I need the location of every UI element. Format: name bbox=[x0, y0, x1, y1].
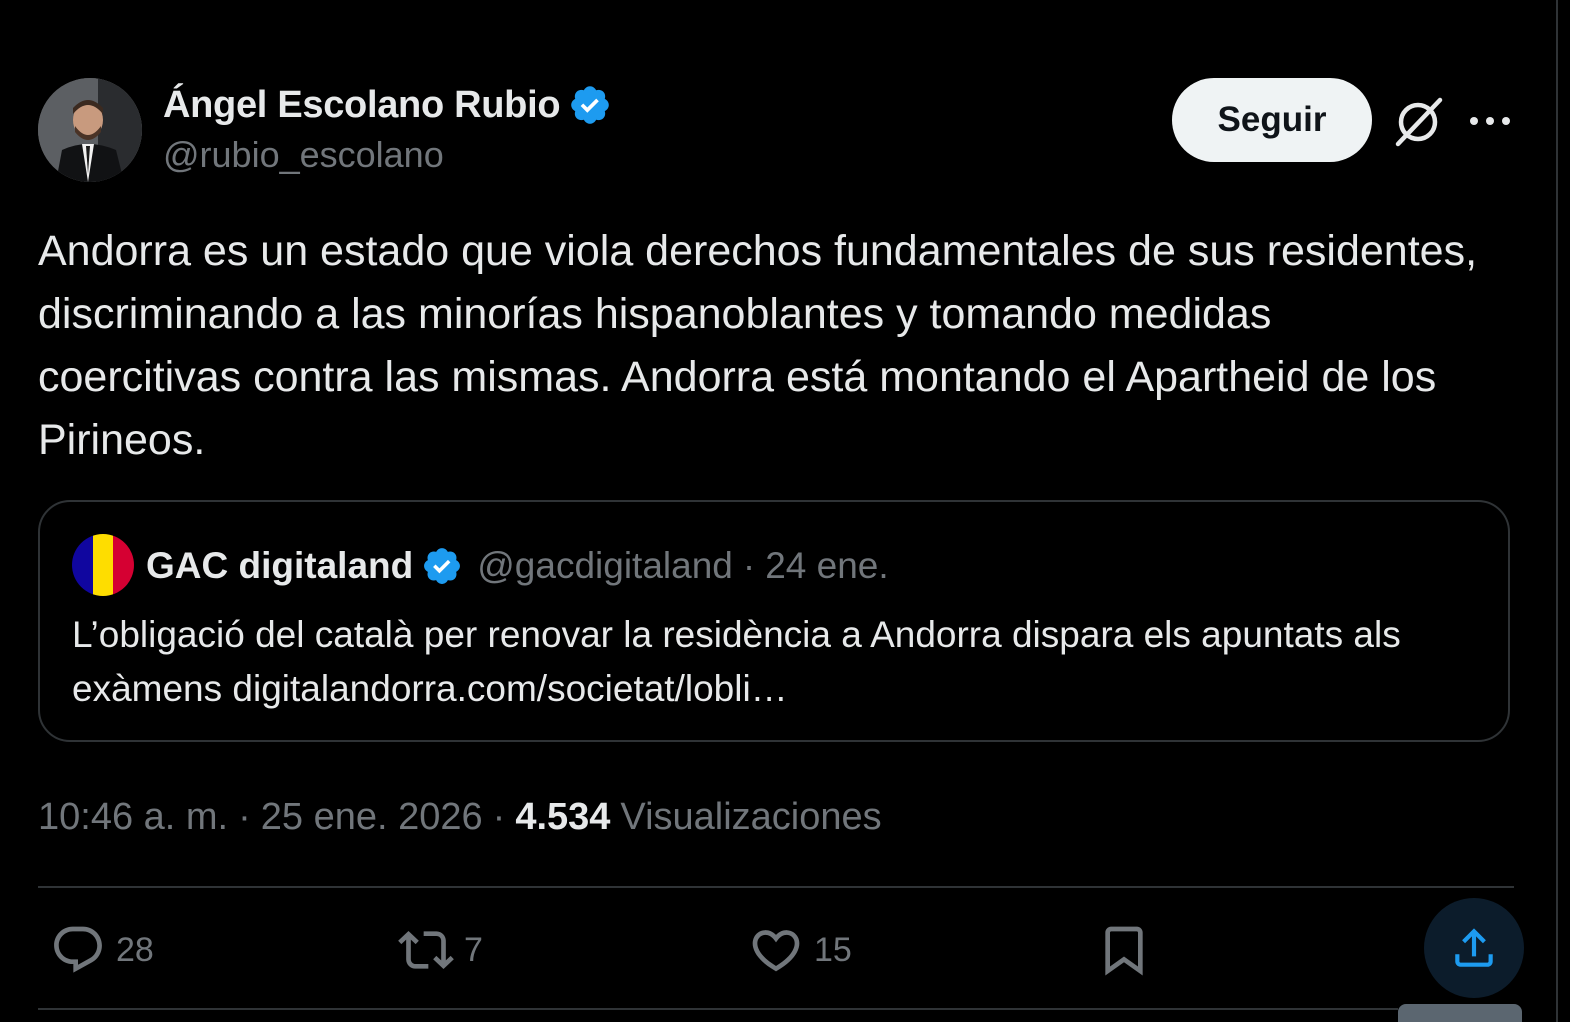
author-avatar[interactable] bbox=[38, 78, 142, 182]
andorra-flag-icon bbox=[72, 534, 134, 596]
like-count: 15 bbox=[814, 930, 852, 969]
repost-count: 7 bbox=[464, 930, 483, 969]
views-count[interactable]: 4.534 bbox=[515, 796, 610, 839]
views-label[interactable]: Visualizaciones bbox=[620, 796, 881, 839]
tweet-meta: 10:46 a. m. · 25 ene. 2026 · 4.534 Visua… bbox=[38, 790, 882, 844]
grok-icon[interactable] bbox=[1390, 94, 1446, 150]
separator-dot: · bbox=[238, 795, 251, 838]
share-button[interactable] bbox=[1424, 898, 1524, 998]
follow-button[interactable]: Seguir bbox=[1172, 78, 1372, 162]
quoted-tweet-card[interactable]: GAC digitaland @gacdigitaland · 24 ene. … bbox=[38, 500, 1510, 742]
quoted-tweet-date[interactable]: 24 ene. bbox=[765, 545, 888, 587]
quoted-author-avatar[interactable] bbox=[72, 534, 134, 596]
repost-button[interactable]: 7 bbox=[398, 918, 483, 982]
heart-icon bbox=[752, 930, 800, 972]
column-border bbox=[1556, 0, 1558, 1022]
quoted-author-name[interactable]: GAC digitaland bbox=[146, 545, 413, 587]
like-button[interactable]: 15 bbox=[748, 918, 852, 982]
verified-badge-icon[interactable] bbox=[568, 83, 612, 127]
quoted-tweet-text: L’obligació del català per renovar la re… bbox=[72, 614, 1401, 709]
quoted-author-handle[interactable]: @gacdigitaland bbox=[477, 545, 733, 587]
author-name-row: Ángel Escolano Rubio bbox=[163, 80, 612, 130]
author-display-name[interactable]: Ángel Escolano Rubio bbox=[163, 84, 561, 127]
author-avatar-image bbox=[38, 78, 142, 182]
bookmark-button[interactable] bbox=[1096, 918, 1152, 982]
repost-icon bbox=[398, 931, 454, 969]
tweet-text: Andorra es un estado que viola derechos … bbox=[38, 227, 1478, 464]
bottom-divider bbox=[38, 1008, 1398, 1010]
share-icon bbox=[1455, 928, 1493, 967]
tweet-date[interactable]: 25 ene. 2026 bbox=[261, 796, 483, 839]
verified-badge-icon[interactable] bbox=[421, 545, 463, 587]
reply-button[interactable]: 28 bbox=[50, 918, 154, 982]
more-options-icon[interactable] bbox=[1468, 104, 1512, 138]
divider bbox=[38, 886, 1514, 888]
reply-count: 28 bbox=[116, 930, 154, 969]
bookmark-icon bbox=[1105, 926, 1143, 976]
author-handle[interactable]: @rubio_escolano bbox=[163, 134, 444, 176]
share-tooltip bbox=[1398, 1004, 1522, 1022]
separator-dot: · bbox=[742, 545, 756, 586]
reply-icon bbox=[54, 926, 102, 973]
tweet-time[interactable]: 10:46 a. m. bbox=[38, 796, 228, 839]
separator-dot: · bbox=[492, 795, 506, 838]
quoted-tweet-header: GAC digitaland @gacdigitaland · 24 ene. bbox=[146, 538, 889, 594]
